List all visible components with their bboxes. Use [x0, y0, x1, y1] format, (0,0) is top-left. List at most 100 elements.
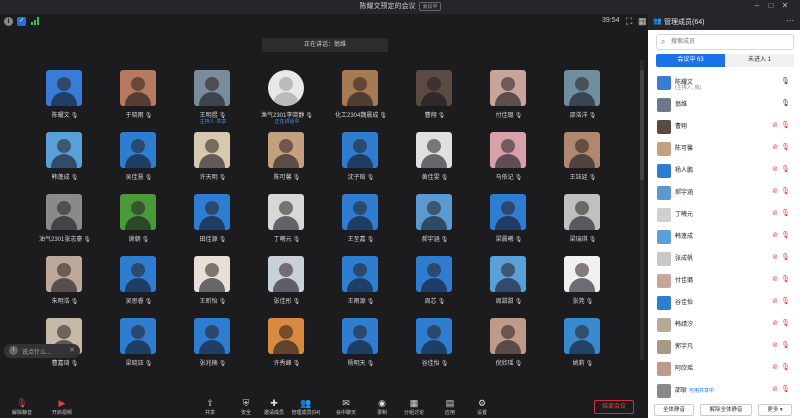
collapse-icon[interactable]: ⋯	[786, 16, 794, 25]
participant-tile[interactable]: 周甜甜🎙	[472, 250, 546, 312]
member-row[interactable]: 陈耀文 (主持人, 我) 🎙	[648, 72, 800, 94]
minimize-icon[interactable]: –	[750, 1, 764, 10]
mic-muted-icon[interactable]: 🎙	[781, 363, 790, 371]
mic-muted-icon[interactable]: 🎙	[781, 165, 790, 173]
mic-muted-icon[interactable]: 🎙	[781, 253, 790, 261]
maximize-icon[interactable]: □	[764, 1, 778, 10]
mic-muted-icon[interactable]: 🎙	[781, 187, 790, 195]
participant-tile[interactable]: 王钰廷🎙	[546, 126, 620, 188]
participant-tile[interactable]: 王雨源🎙	[324, 250, 398, 312]
mic-muted-icon[interactable]: 🎙	[781, 385, 790, 393]
participant-tile[interactable]: 邵浩洋🎙	[546, 64, 620, 126]
toolbar-chat[interactable]: ✉ 会中聊天	[328, 398, 364, 418]
member-row[interactable]: 杨人鹏 ⊘ 🎙	[648, 160, 800, 182]
signal-icon[interactable]	[31, 17, 41, 25]
more-button[interactable]: 更多 ▾	[758, 404, 792, 416]
toolbar-invite[interactable]: ✚ 邀请成员	[256, 398, 292, 418]
toolbar-record[interactable]: ◉ 录制	[364, 398, 400, 418]
mic-muted-icon[interactable]: 🎙	[781, 275, 790, 283]
mic-muted-icon[interactable]: 🎙	[781, 231, 790, 239]
participant-tile[interactable]: 梁晓钰🎙	[102, 312, 176, 374]
toolbar-mic[interactable]: 🎙 解除静音	[4, 398, 40, 418]
camera-off-icon[interactable]: ⊘	[772, 341, 778, 349]
camera-off-icon[interactable]: ⊘	[772, 363, 778, 371]
participant-tile[interactable]: 王昕怡🎙	[176, 250, 250, 312]
mic-muted-icon[interactable]: 🎙	[781, 297, 790, 305]
search-input[interactable]	[671, 36, 791, 48]
participant-tile[interactable]: 张佳彤🎙	[250, 250, 324, 312]
toolbar-share[interactable]: ⇧ 共享	[192, 398, 228, 418]
participant-tile[interactable]: 许天明🎙	[176, 126, 250, 188]
participant-tile[interactable]: 丁曦元🎙	[250, 188, 324, 250]
grid-scrollbar[interactable]	[640, 60, 644, 360]
participant-tile[interactable]: 油气2301张志豪🎙	[28, 188, 102, 250]
unmute-all-button[interactable]: 解除全体静音	[700, 404, 752, 416]
camera-off-icon[interactable]: ⊘	[772, 385, 778, 393]
participant-tile[interactable]: 吴思睿🎙	[102, 250, 176, 312]
camera-off-icon[interactable]: ⊘	[772, 165, 778, 173]
camera-off-icon[interactable]: ⊘	[772, 143, 778, 151]
mic-icon[interactable]: 🎙	[781, 99, 790, 107]
close-icon[interactable]: ✕	[69, 346, 75, 354]
participant-tile[interactable]: 化工2304魏晨成🎙	[324, 64, 398, 126]
mute-all-button[interactable]: 全体静音	[654, 404, 694, 416]
member-row[interactable]: 翁维 🎙	[648, 94, 800, 116]
tab-in-meeting[interactable]: 会议中 63	[656, 54, 725, 67]
member-row[interactable]: 付佳璐 ⊘ 🎙	[648, 270, 800, 292]
camera-off-icon[interactable]: ⊘	[772, 275, 778, 283]
participant-tile[interactable]: 付佳璐🎙	[472, 64, 546, 126]
scrollbar-thumb[interactable]	[640, 70, 644, 180]
participant-tile[interactable]: 陈可馨🎙	[250, 126, 324, 188]
camera-off-icon[interactable]: ⊘	[772, 231, 778, 239]
participant-tile[interactable]: 杨明天🎙	[324, 312, 398, 374]
participant-tile[interactable]: 郝宇涵🎙	[398, 188, 472, 250]
participant-tile[interactable]: 曹嘉琦🎙	[28, 312, 102, 374]
participant-tile[interactable]: 王明煜🎙 主持人·共享	[176, 64, 250, 126]
member-row[interactable]: 张成帆 ⊘ 🎙	[648, 248, 800, 270]
mic-muted-icon[interactable]: 🎙	[781, 121, 790, 129]
participant-tile[interactable]: 陈耀文🎙	[28, 64, 102, 126]
member-row[interactable]: 韩蓬成 ⊘ 🎙	[648, 226, 800, 248]
member-search[interactable]: ⌕	[656, 34, 794, 50]
participant-tile[interactable]: 朱明浩🎙	[28, 250, 102, 312]
close-icon[interactable]: ✕	[778, 1, 792, 10]
chat-input[interactable]: i 说点什么... ✕	[4, 344, 80, 358]
layout-icon[interactable]: ▦	[638, 16, 647, 27]
participant-tile[interactable]: 梁瑞琪🎙	[546, 188, 620, 250]
mic-muted-icon[interactable]: 🎙	[781, 143, 790, 151]
member-row[interactable]: 阿欣瑶 ⊘ 🎙	[648, 358, 800, 380]
camera-off-icon[interactable]: ⊘	[772, 297, 778, 305]
participant-tile[interactable]: 王至嘉🎙	[324, 188, 398, 250]
toolbar-settings[interactable]: ⚙ 设置	[464, 398, 500, 418]
participant-tile[interactable]: 渔气2301李晓静🎙 正在讲话中	[250, 64, 324, 126]
member-row[interactable]: 曹翔 ⊘ 🎙	[648, 116, 800, 138]
participant-tile[interactable]: 谷佳怡🎙	[398, 312, 472, 374]
toolbar-camera[interactable]: ▶ 开启视频	[44, 398, 80, 418]
participant-tile[interactable]: 倪欣瑶🎙	[472, 312, 546, 374]
camera-off-icon[interactable]: ⊘	[772, 121, 778, 129]
participant-tile[interactable]: 田佳源🎙	[176, 188, 250, 250]
end-meeting-button[interactable]: 结束会议	[594, 400, 634, 414]
member-row[interactable]: 陈可馨 ⊘ 🎙	[648, 138, 800, 160]
mic-muted-icon[interactable]: 🎙	[781, 209, 790, 217]
toolbar-whiteboard[interactable]: ▦ 分组讨论	[396, 398, 432, 418]
camera-off-icon[interactable]: ⊘	[772, 319, 778, 327]
participant-tile[interactable]: 马依记🎙	[472, 126, 546, 188]
fullscreen-icon[interactable]: ⛶	[626, 16, 632, 27]
camera-off-icon[interactable]: ⊘	[772, 253, 778, 261]
participant-tile[interactable]: 谢朝🎙	[102, 188, 176, 250]
participant-tile[interactable]: 黄佳雯🎙	[398, 126, 472, 188]
member-row[interactable]: 邵耿 可用共享中 ⊘ 🎙	[648, 380, 800, 402]
participant-tile[interactable]: 张莞🎙	[546, 250, 620, 312]
participant-tile[interactable]: 沈子晗🎙	[324, 126, 398, 188]
member-row[interactable]: 郝宇涵 ⊘ 🎙	[648, 182, 800, 204]
participant-tile[interactable]: 许秀峰🎙	[250, 312, 324, 374]
participant-tile[interactable]: 韩蓬成🎙	[28, 126, 102, 188]
member-row[interactable]: 韩靖汐 ⊘ 🎙	[648, 314, 800, 336]
member-row[interactable]: 谷佳怡 ⊘ 🎙	[648, 292, 800, 314]
member-row[interactable]: 丁曦元 ⊘ 🎙	[648, 204, 800, 226]
participant-tile[interactable]: 周芯🎙	[398, 250, 472, 312]
participant-tile[interactable]: 张兆楠🎙	[176, 312, 250, 374]
tab-not-joined[interactable]: 未进入 1	[725, 54, 794, 67]
info-icon[interactable]: i	[4, 17, 13, 26]
